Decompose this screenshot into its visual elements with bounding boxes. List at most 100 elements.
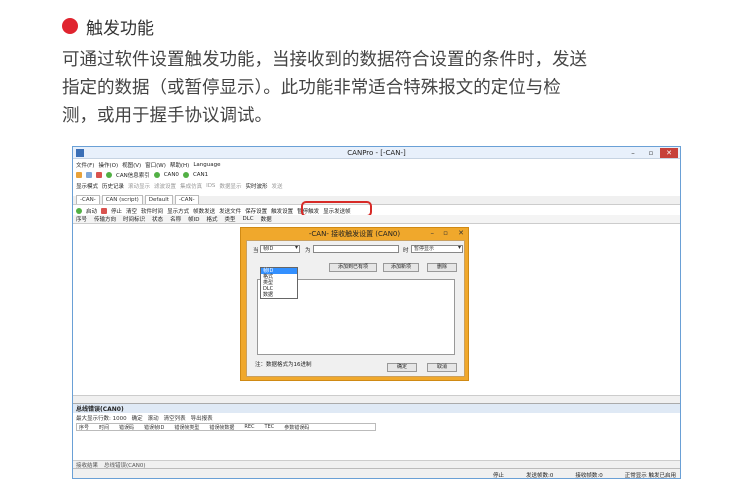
- err-col-frame-type[interactable]: 错误帧类型: [174, 424, 199, 431]
- history-select[interactable]: 历史记录: [102, 182, 124, 190]
- status-bar: 停止 发送帧数:0 接收帧数:0 正常显示 触发已启用: [73, 468, 680, 479]
- integrated-sim-button[interactable]: 集成仿真: [180, 182, 202, 190]
- trigger-dialog: -CAN- 接收触发设置 (CAN0) – ▫ ✕ 当 帧ID 为 时 暂停显示…: [240, 227, 469, 381]
- err-col-code[interactable]: 错误码: [119, 424, 134, 431]
- add-new-button[interactable]: 添加新项: [383, 263, 419, 272]
- close-icon[interactable]: ✕: [660, 148, 678, 158]
- data-display-button[interactable]: 数据显示: [219, 182, 241, 190]
- menu-language[interactable]: Language: [193, 162, 220, 168]
- filter-settings-button[interactable]: 滤波设置: [154, 182, 176, 190]
- delete-button[interactable]: 删除: [427, 263, 457, 272]
- can1-status-icon: [182, 171, 189, 178]
- dialog-maximize-icon[interactable]: ▫: [443, 229, 448, 237]
- tool-icon[interactable]: [96, 171, 102, 178]
- err-col-frame-data[interactable]: 错误帧数据: [209, 424, 234, 431]
- horizontal-scrollbar[interactable]: [73, 395, 680, 403]
- export-report-button[interactable]: 导出报表: [191, 414, 213, 422]
- col-status[interactable]: 状态: [152, 215, 163, 223]
- can-info-index[interactable]: CAN信息索引: [116, 171, 150, 179]
- stop-icon[interactable]: [101, 207, 108, 214]
- cancel-button[interactable]: 取消: [427, 363, 457, 372]
- dialog-minimize-icon[interactable]: –: [431, 229, 435, 237]
- col-seq[interactable]: 序号: [76, 215, 87, 223]
- display-mode-label: 显示模式: [76, 183, 99, 190]
- status-received: 接收帧数:0: [575, 472, 603, 479]
- frame-send-button[interactable]: 帧数发送: [193, 207, 215, 215]
- waveform-button[interactable]: 实时波形: [245, 182, 267, 190]
- stop-button[interactable]: 停止: [111, 207, 122, 215]
- menu-window[interactable]: 窗口(W): [145, 161, 166, 169]
- status-mode: 正常显示 触发已启用: [624, 472, 676, 479]
- roll-checkbox[interactable]: 滚动: [148, 414, 159, 422]
- menu-operate[interactable]: 操作(O): [98, 161, 118, 169]
- window-title: CANPro - [-CAN-]: [347, 149, 406, 157]
- software-time-button[interactable]: 软件时间: [141, 207, 163, 215]
- save-settings-button[interactable]: 保存设置: [245, 207, 267, 215]
- col-type[interactable]: 类型: [224, 215, 235, 223]
- toolbar-3: 启动 停止 清空 软件时间 显示方式 帧数发送 发送文件 保存设置 触发设置 暂…: [73, 206, 680, 215]
- section-description: 可通过软件设置触发功能，当接收到的数据符合设置的条件时，发送 指定的数据（或暂停…: [62, 46, 690, 130]
- send-button[interactable]: 发送: [271, 182, 282, 190]
- clear-button[interactable]: 清空: [126, 207, 137, 215]
- section-heading: 触发功能: [62, 14, 154, 39]
- condition-value-input[interactable]: [313, 245, 399, 253]
- display-method-button[interactable]: 显示方式: [167, 207, 189, 215]
- minimize-icon[interactable]: –: [626, 148, 640, 158]
- trigger-settings-button[interactable]: 触发设置: [271, 207, 293, 215]
- err-col-time[interactable]: 时间: [99, 424, 109, 431]
- max-lines-label: 最大显示行数: 1000: [76, 415, 127, 422]
- col-data[interactable]: 数据: [261, 215, 272, 223]
- description-line: 可通过软件设置触发功能，当接收到的数据符合设置的条件时，发送: [62, 50, 587, 70]
- err-col-rec[interactable]: REC: [244, 424, 254, 430]
- open-icon[interactable]: [76, 171, 82, 178]
- when-label: 当: [253, 248, 259, 254]
- col-timestamp[interactable]: 时间标识: [123, 215, 145, 223]
- description-line: 指定的数据（或暂停显示）。此功能非常适合特殊报文的定位与检: [62, 78, 561, 98]
- save-icon[interactable]: [86, 171, 92, 178]
- tab-can-script[interactable]: CAN (script): [101, 195, 143, 204]
- condition-select[interactable]: 帧ID: [260, 245, 300, 253]
- err-col-frame-id[interactable]: 错误帧ID: [144, 424, 164, 431]
- ok-button[interactable]: 确定: [387, 363, 417, 372]
- scroll-display-button[interactable]: 滚动显示: [128, 182, 150, 190]
- ids-button[interactable]: IDS: [206, 183, 215, 189]
- tab-can-2[interactable]: -CAN-: [174, 195, 199, 204]
- can1-button[interactable]: CAN1: [193, 172, 208, 178]
- col-frame-id[interactable]: 帧ID: [188, 215, 199, 223]
- can0-button[interactable]: CAN0: [164, 172, 179, 178]
- add-to-existing-button[interactable]: 添加到已有项: [329, 263, 377, 272]
- col-format[interactable]: 格式: [206, 215, 217, 223]
- hex-note: 注：数据格式为16进制: [255, 362, 312, 368]
- start-icon[interactable]: [76, 207, 82, 214]
- err-col-tec[interactable]: TEC: [265, 424, 275, 430]
- menu-file[interactable]: 文件(F): [76, 161, 94, 169]
- start-button[interactable]: 启动: [86, 207, 97, 215]
- menu-view[interactable]: 视图(V): [122, 161, 141, 169]
- run-icon[interactable]: [106, 171, 112, 178]
- tab-default[interactable]: Default: [144, 195, 173, 204]
- confirm-button[interactable]: 确定: [132, 414, 143, 422]
- err-col-param[interactable]: 参数错误码: [284, 424, 309, 431]
- toolbar-1: CAN信息索引 CAN0 CAN1: [73, 170, 680, 179]
- action-select[interactable]: 暂停显示: [411, 245, 463, 253]
- condition-dropdown: 帧ID 格式 类型 DLC 数据: [260, 267, 298, 299]
- option-data[interactable]: 数据: [261, 292, 297, 298]
- send-file-button[interactable]: 发送文件: [219, 207, 241, 215]
- bus-error-columns: 序号 时间 错误码 错误帧ID 错误帧类型 错误帧数据 REC TEC 参数错误…: [76, 423, 376, 431]
- status-sent: 发送帧数:0: [526, 472, 554, 479]
- canpro-window: CANPro - [-CAN-] – ▫ ✕ 文件(F) 操作(O) 视图(V)…: [72, 146, 681, 479]
- is-label: 为: [305, 248, 311, 254]
- can0-status-icon: [153, 171, 160, 178]
- col-name[interactable]: 名称: [170, 215, 181, 223]
- col-dlc[interactable]: DLC: [242, 216, 253, 222]
- message-columns: 序号 传输方向 时间标识 状态 名称 帧ID 格式 类型 DLC 数据: [73, 215, 680, 224]
- description-line: 测，或用于握手协议调试。: [62, 106, 272, 126]
- col-direction[interactable]: 传输方向: [94, 215, 116, 223]
- tab-can[interactable]: -CAN-: [76, 195, 100, 204]
- maximize-icon[interactable]: ▫: [644, 148, 658, 158]
- err-col-seq[interactable]: 序号: [79, 424, 89, 431]
- dialog-close-icon[interactable]: ✕: [458, 229, 464, 237]
- clear-list-button[interactable]: 清空列表: [164, 414, 186, 422]
- status-state: 停止: [493, 472, 505, 479]
- menu-help[interactable]: 帮助(H): [170, 161, 189, 169]
